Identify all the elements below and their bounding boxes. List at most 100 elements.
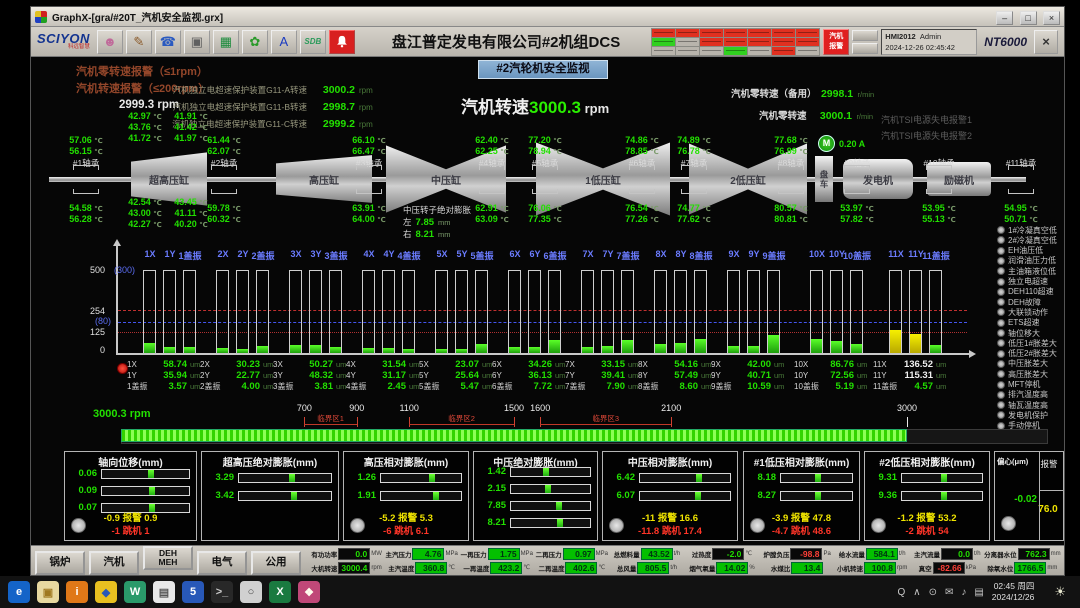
mini-button-top[interactable] [852, 30, 878, 41]
mini-button-bottom[interactable] [852, 43, 878, 54]
taskbar-notepad-app-icon[interactable]: ▤ [153, 581, 175, 603]
minimize-button[interactable]: – [996, 11, 1013, 25]
status-indicator-dot [997, 308, 1005, 316]
brightness-icon[interactable]: ☀ [1048, 583, 1072, 601]
taskbar-search-tray-icon[interactable]: Q [897, 587, 905, 598]
taskbar-paint-app-icon[interactable]: ❖ [298, 581, 320, 603]
panel-title: 高压相对膨胀(mm) [344, 454, 468, 469]
taskbar-keyboard-tray-icon[interactable]: ▤ [974, 587, 983, 598]
status-label: 主汽温度 [388, 563, 414, 573]
toolbar-device-icon[interactable]: ▣ [184, 30, 210, 54]
taskbar-word-app-icon[interactable]: W [124, 581, 146, 603]
vib-bar-fill [811, 339, 822, 353]
window-title: GraphX-[gra/#20T_汽机安全监视.grx] [52, 9, 994, 24]
turbine-alarm-button[interactable]: 汽机报警 [823, 29, 849, 55]
toolbar-phone-icon[interactable]: ☎ [155, 30, 181, 54]
vib-point-value: 34.26 [518, 359, 552, 370]
alarm-grid-cell [724, 38, 747, 46]
session-info: HMI2012 Admin 2024-12-26 02:45:42 [881, 29, 977, 55]
alarm-bell-button[interactable] [329, 30, 355, 54]
vib-unit: um [774, 360, 784, 369]
vib-unit: um [263, 382, 273, 391]
taskbar-app-five-icon[interactable]: 5 [182, 581, 204, 603]
taskbar-excel-app-icon[interactable]: X [269, 581, 291, 603]
vib-point-label: 7Y [565, 371, 591, 380]
taskbar-mail-tray-icon[interactable]: ✉ [945, 587, 953, 598]
clock-display[interactable]: 02:45 周四2024/12/26 [992, 581, 1035, 604]
vib-point-value: 2.45 [372, 381, 406, 392]
nav-button-5[interactable]: 公用 [251, 551, 301, 575]
taskbar-chevron-up-tray-icon[interactable]: ∧ [913, 587, 920, 598]
toolbar-tools-icon[interactable]: ✎ [126, 30, 152, 54]
vib-unit: um [936, 371, 946, 380]
nav-button-2[interactable]: 汽机 [89, 551, 139, 575]
divider [1039, 452, 1040, 540]
vib-bar-label: 10盖振 [842, 249, 872, 262]
cylinder-6: 盘车 [815, 156, 833, 202]
gauge-row: 1.26 [348, 472, 462, 483]
uhp-temp-top: 41.97 ℃ [169, 133, 213, 143]
toolbar-users-icon[interactable]: ☻ [97, 30, 123, 54]
toolbar-leaf-icon[interactable]: ✿ [242, 30, 268, 54]
graphx-window: GraphX-[gra/#20T_汽机安全监视.grx] – □ × SCIYO… [30, 6, 1065, 576]
status-value: 584.1 [866, 548, 898, 560]
vib-point-value: 39.41 [591, 370, 625, 381]
status-indicator-dot [997, 381, 1005, 389]
taskbar-network-tray-icon[interactable]: ⊙ [929, 587, 937, 598]
taskbar-app-shield-icon[interactable]: ◆ [95, 581, 117, 603]
vib-unit: um [555, 382, 565, 391]
gauge-value: 0.06 [69, 468, 97, 479]
alarm-grid-cell [652, 38, 675, 46]
toolbar-close-button[interactable]: × [1034, 30, 1058, 54]
vib-point-label: 3X [273, 360, 299, 369]
alarm-grid-cell [796, 38, 819, 46]
vib-bar-fill [237, 349, 248, 353]
gauge-row: 8.18 [748, 472, 853, 483]
status-unit: t/h [670, 565, 677, 571]
toolbar-font-icon[interactable]: A [271, 30, 297, 54]
vib-axis-tick: 0 [83, 345, 105, 355]
overspeed-unit: rpm [359, 120, 373, 129]
toolbar-sdb-icon[interactable]: SDB [300, 30, 326, 54]
overspeed-unit: rpm [359, 86, 373, 95]
taskbar-volume-tray-icon[interactable]: ♪ [961, 587, 966, 598]
status-value: 43.52 [641, 548, 673, 560]
taskbar-edge-browser-icon[interactable]: e [8, 581, 30, 603]
gauge-bar [639, 473, 731, 483]
vib-point-label: 9X [711, 360, 737, 369]
vib-value-row: 3X50.27um [273, 359, 355, 370]
status-label: 二再温度 [538, 563, 564, 573]
close-button[interactable]: × [1043, 11, 1060, 25]
gauge-value: 0.09 [69, 485, 97, 496]
zero-speed-alarm-text: 汽机零转速报警（≤1rpm） [76, 63, 208, 79]
taskbar-app-light-icon[interactable]: ○ [240, 581, 262, 603]
status-list-item: 轴位移大 [997, 328, 1064, 338]
taskbar-folder-icon[interactable]: ▣ [37, 581, 59, 603]
cylinder-label: 高压缸 [309, 172, 339, 187]
status-column: 总燃料量43.52t/h总风量805.5t/h [609, 547, 684, 575]
nav-button-4[interactable]: 电气 [197, 551, 247, 575]
taskbar-app-orange-icon[interactable]: i [66, 581, 88, 603]
vib-unit: um [190, 371, 200, 380]
status-cell: 有功功率0.0MW [309, 548, 384, 560]
vib-value-row: 9盖振10.59um [711, 381, 793, 392]
bearing-temp-top: 74.89 ℃ [668, 135, 720, 145]
maximize-button[interactable]: □ [1020, 11, 1037, 25]
eccentricity-panel: 偏心(μm) 报警 -0.02 76.0 [994, 451, 1064, 541]
taskbar-terminal-app-icon[interactable]: >_ [211, 581, 233, 603]
gauge-value: 8.18 [748, 472, 776, 483]
uhp-temp-bottom: 42.27 ℃ [123, 219, 167, 229]
overspeed-unit: rpm [359, 103, 373, 112]
status-label: 一再压力 [461, 549, 487, 559]
gauge-tick [815, 492, 821, 500]
gauge-bar [510, 467, 591, 477]
vib-point-label: 5盖振 [419, 381, 445, 392]
users-icon: ☻ [103, 34, 117, 49]
cylinder-label: 1低压缸 [585, 172, 621, 187]
vib-point-label: 8X [638, 360, 664, 369]
status-label: 大机转速 [311, 563, 337, 573]
nav-button-3[interactable]: DEHMEH [143, 546, 193, 570]
vib-bar-outline [236, 270, 249, 353]
nav-button-1[interactable]: 锅炉 [35, 551, 85, 575]
toolbar-monitor-icon[interactable]: ▦ [213, 30, 239, 54]
